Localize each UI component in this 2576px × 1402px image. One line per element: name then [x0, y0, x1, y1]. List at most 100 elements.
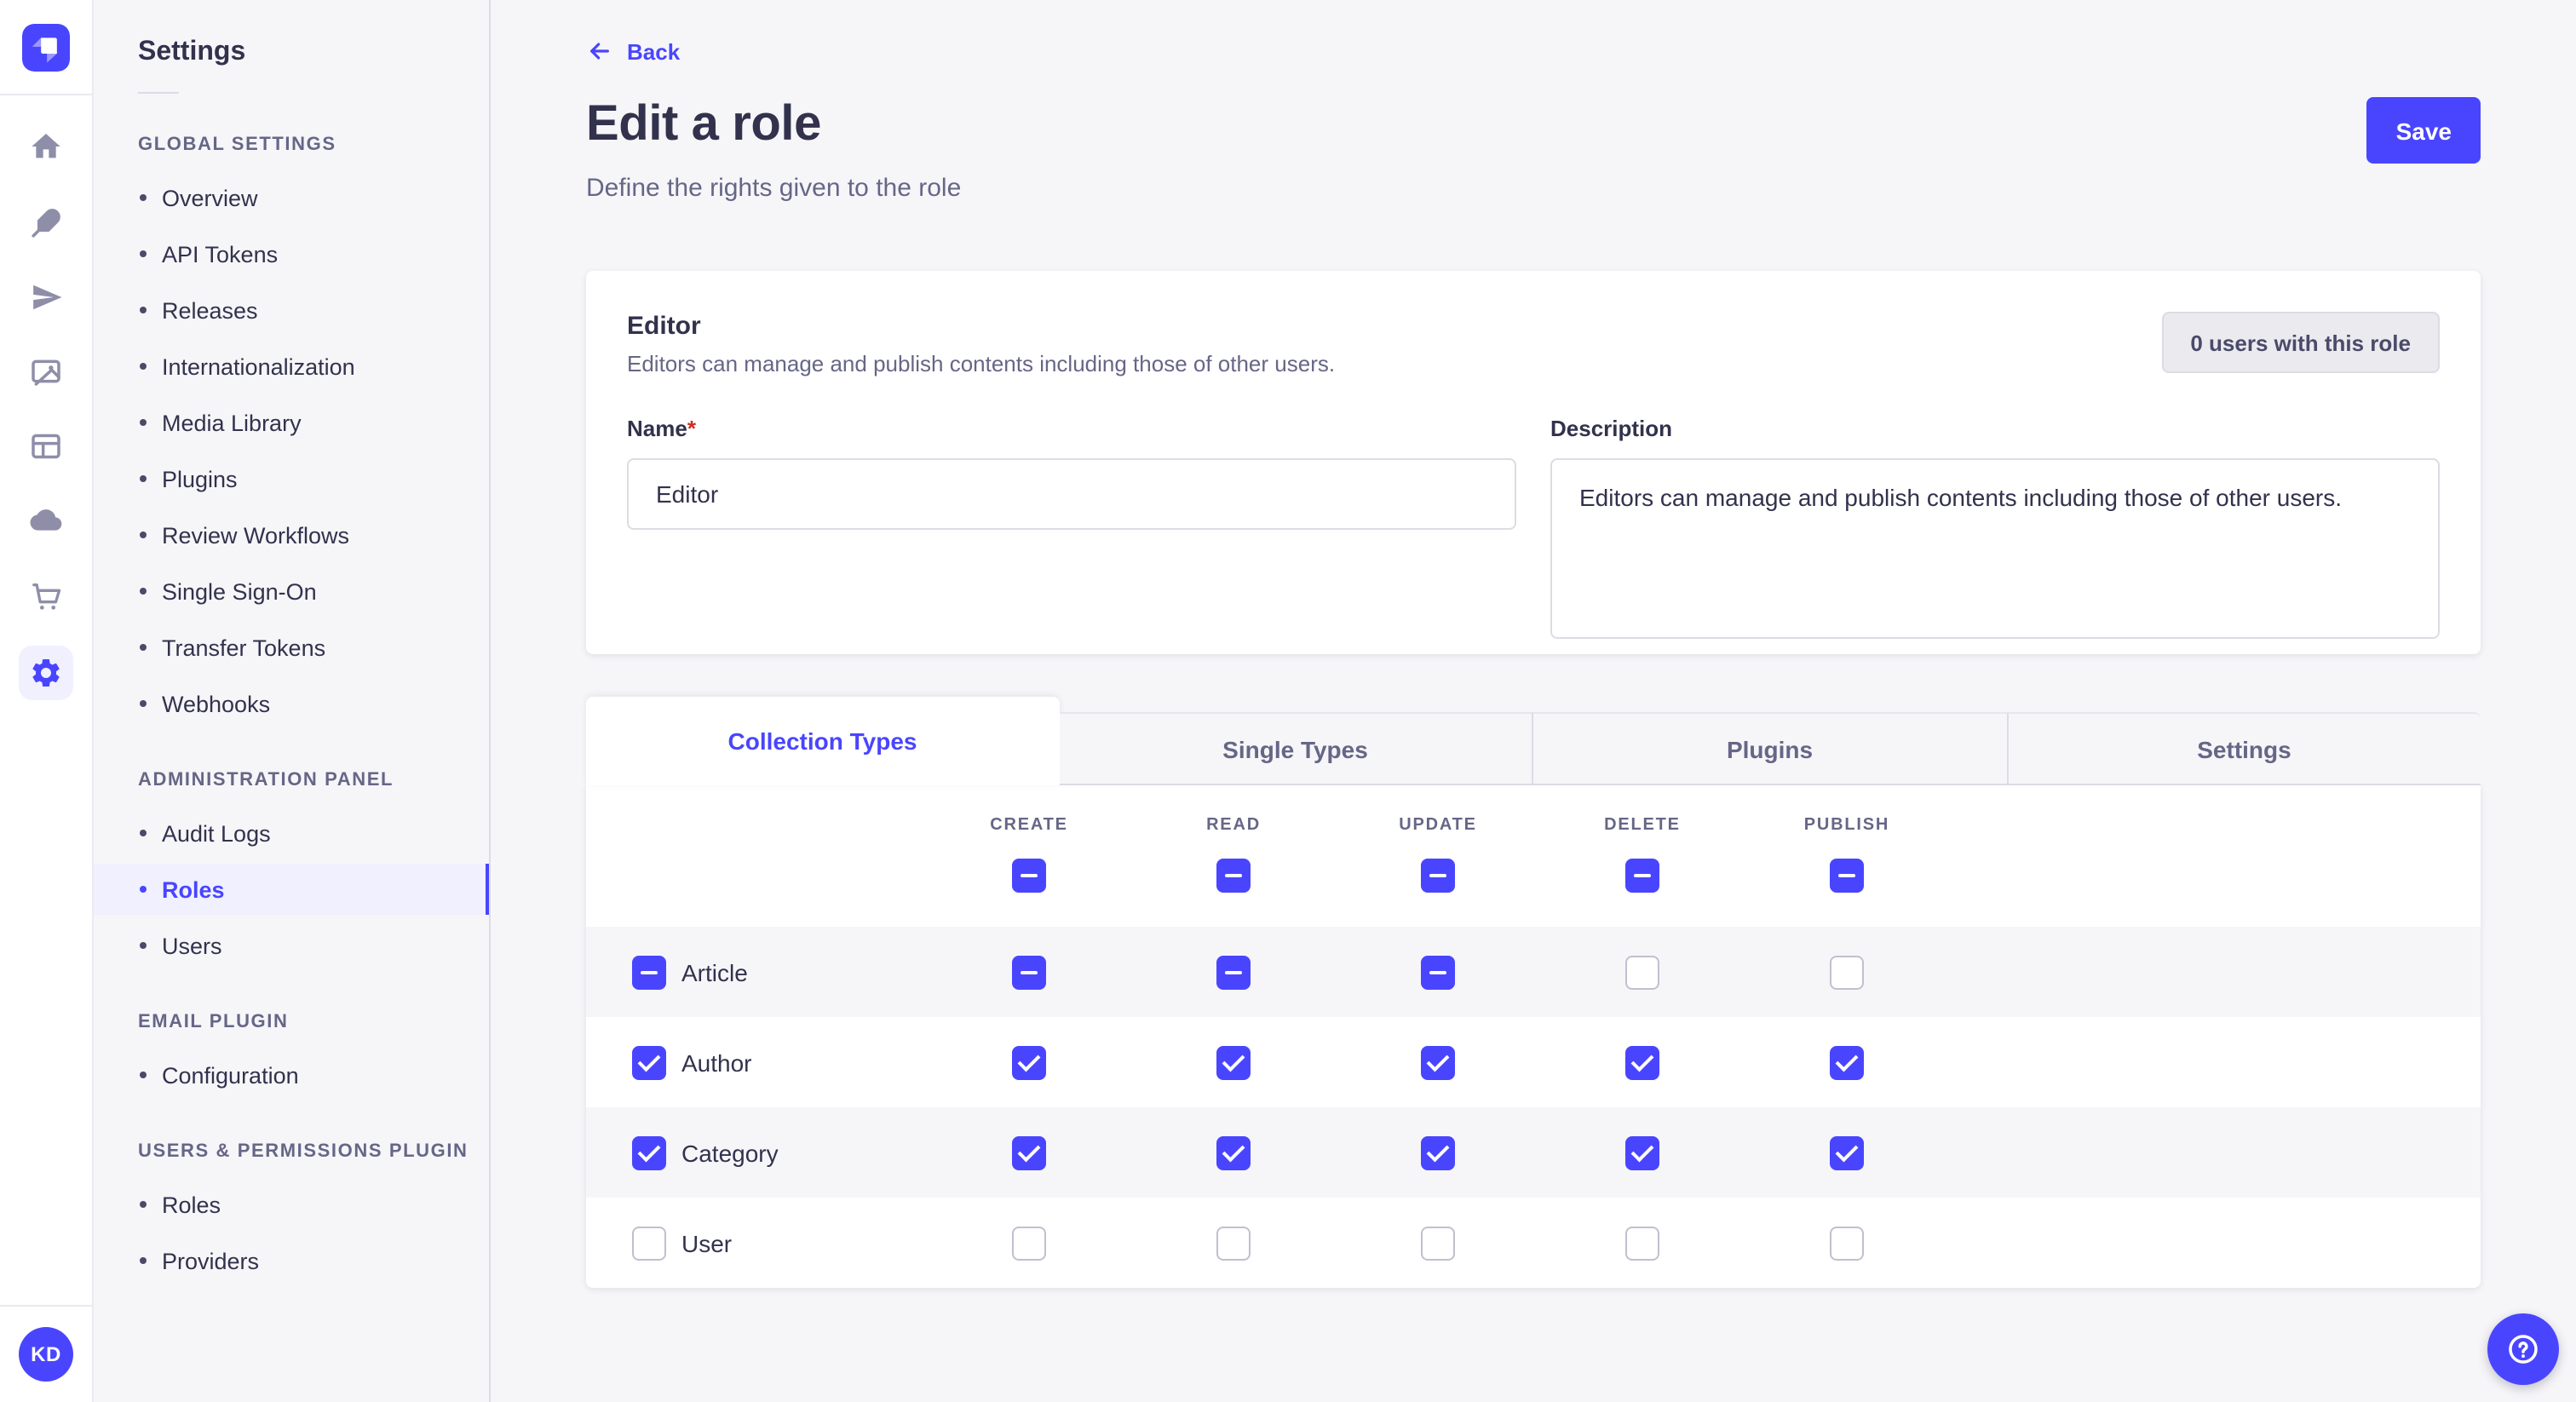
main-content: Back Edit a role Save Define the rights … [491, 0, 2576, 1402]
row-select-checkbox[interactable] [632, 1226, 666, 1260]
media-library-icon[interactable] [20, 346, 72, 397]
required-asterisk: * [687, 416, 696, 441]
layout-icon[interactable] [20, 421, 72, 472]
role-details-card: Editor Editors can manage and publish co… [586, 271, 2481, 654]
save-button[interactable]: Save [2367, 97, 2481, 164]
gear-icon[interactable] [19, 646, 73, 700]
sidebar-item-roles-admin[interactable]: Roles [94, 864, 489, 915]
sidebar-item-webhooks[interactable]: Webhooks [94, 678, 489, 729]
page-title: Edit a role [586, 97, 821, 153]
tab-collection-types[interactable]: Collection Types [586, 697, 1059, 785]
permissions-table: CREATE READ UPDATE DELETE PUBLISH [586, 785, 2481, 1288]
permission-row-user: User [586, 1198, 2481, 1288]
row-label: User [681, 1229, 732, 1256]
description-textarea[interactable]: Editors can manage and publish contents … [1550, 458, 2440, 639]
nav-rail-logo-section [0, 0, 92, 95]
section-administration-panel: ADMINISTRATION PANEL Audit Logs Roles Us… [94, 770, 489, 971]
section-global-settings: GLOBAL SETTINGS Overview API Tokens Rele… [94, 135, 489, 729]
article-publish-checkbox[interactable] [1830, 955, 1864, 989]
user-read-checkbox[interactable] [1216, 1226, 1251, 1260]
select-all-read-checkbox[interactable] [1216, 859, 1251, 893]
row-label: Category [681, 1139, 779, 1166]
permission-row-author: Author [586, 1017, 2481, 1107]
sidebar-item-internationalization[interactable]: Internationalization [94, 341, 489, 392]
permissions-card: Collection Types Single Types Plugins Se… [586, 697, 2481, 1288]
author-update-checkbox[interactable] [1421, 1045, 1455, 1079]
column-header-create: CREATE [927, 816, 1131, 835]
sidebar-item-providers[interactable]: Providers [94, 1235, 489, 1286]
column-header-delete: DELETE [1540, 816, 1745, 835]
sidebar-item-plugins[interactable]: Plugins [94, 453, 489, 504]
sidebar-item-transfer-tokens[interactable]: Transfer Tokens [94, 622, 489, 673]
article-create-checkbox[interactable] [1012, 955, 1046, 989]
column-header-publish: PUBLISH [1745, 816, 1949, 835]
description-field-group: Description Editors can manage and publi… [1550, 414, 2440, 639]
user-update-checkbox[interactable] [1421, 1226, 1455, 1260]
row-select-checkbox[interactable] [632, 955, 666, 989]
section-label: USERS & PERMISSIONS PLUGIN [94, 1141, 489, 1162]
author-read-checkbox[interactable] [1216, 1045, 1251, 1079]
author-delete-checkbox[interactable] [1625, 1045, 1659, 1079]
paper-plane-icon[interactable] [20, 271, 72, 322]
sidebar-item-audit-logs[interactable]: Audit Logs [94, 807, 489, 859]
name-label: Name [627, 416, 687, 441]
sidebar-title-divider [138, 92, 179, 94]
row-label: Author [681, 1049, 752, 1076]
article-delete-checkbox[interactable] [1625, 955, 1659, 989]
cloud-icon[interactable] [20, 496, 72, 547]
select-all-create-checkbox[interactable] [1012, 859, 1046, 893]
permissions-table-header: CREATE READ UPDATE DELETE PUBLISH [586, 785, 2481, 927]
sidebar-item-review-workflows[interactable]: Review Workflows [94, 509, 489, 560]
permission-row-article: Article [586, 927, 2481, 1017]
author-create-checkbox[interactable] [1012, 1045, 1046, 1079]
sidebar-item-users[interactable]: Users [94, 920, 489, 971]
column-header-read: READ [1131, 816, 1336, 835]
sidebar-item-api-tokens[interactable]: API Tokens [94, 228, 489, 279]
category-create-checkbox[interactable] [1012, 1135, 1046, 1169]
sidebar-item-media-library[interactable]: Media Library [94, 397, 489, 448]
help-button[interactable] [2487, 1313, 2559, 1385]
role-description-text: Editors can manage and publish contents … [627, 351, 1335, 376]
row-select-checkbox[interactable] [632, 1045, 666, 1079]
user-delete-checkbox[interactable] [1625, 1226, 1659, 1260]
section-users-permissions-plugin: USERS & PERMISSIONS PLUGIN Roles Provide… [94, 1141, 489, 1286]
back-label: Back [627, 38, 680, 64]
feather-icon[interactable] [20, 196, 72, 247]
sidebar-item-releases[interactable]: Releases [94, 284, 489, 336]
tab-plugins[interactable]: Plugins [1532, 712, 2006, 785]
select-all-publish-checkbox[interactable] [1830, 859, 1864, 893]
cart-icon[interactable] [20, 571, 72, 622]
select-all-delete-checkbox[interactable] [1625, 859, 1659, 893]
tab-single-types[interactable]: Single Types [1059, 712, 1532, 785]
home-icon[interactable] [20, 121, 72, 172]
category-delete-checkbox[interactable] [1625, 1135, 1659, 1169]
settings-sidebar: Settings GLOBAL SETTINGS Overview API To… [94, 0, 491, 1402]
users-with-role-button[interactable]: 0 users with this role [2161, 312, 2440, 373]
row-label: Article [681, 958, 748, 985]
name-input[interactable] [627, 458, 1516, 530]
user-create-checkbox[interactable] [1012, 1226, 1046, 1260]
sidebar-item-single-sign-on[interactable]: Single Sign-On [94, 566, 489, 617]
row-select-checkbox[interactable] [632, 1135, 666, 1169]
category-read-checkbox[interactable] [1216, 1135, 1251, 1169]
description-label: Description [1550, 416, 1672, 441]
section-label: EMAIL PLUGIN [94, 1012, 489, 1032]
article-read-checkbox[interactable] [1216, 955, 1251, 989]
tab-settings[interactable]: Settings [2006, 712, 2481, 785]
strapi-logo[interactable] [22, 23, 70, 71]
category-update-checkbox[interactable] [1421, 1135, 1455, 1169]
sidebar-item-overview[interactable]: Overview [94, 172, 489, 223]
article-update-checkbox[interactable] [1421, 955, 1455, 989]
page-subtitle: Define the rights given to the role [586, 174, 2481, 203]
category-publish-checkbox[interactable] [1830, 1135, 1864, 1169]
select-all-update-checkbox[interactable] [1421, 859, 1455, 893]
name-field-group: Name* [627, 414, 1516, 639]
user-avatar[interactable]: KD [19, 1327, 73, 1382]
back-link[interactable]: Back [586, 37, 680, 65]
column-header-update: UPDATE [1336, 816, 1540, 835]
sidebar-item-roles-up[interactable]: Roles [94, 1179, 489, 1230]
section-label: ADMINISTRATION PANEL [94, 770, 489, 790]
sidebar-item-configuration[interactable]: Configuration [94, 1049, 489, 1100]
author-publish-checkbox[interactable] [1830, 1045, 1864, 1079]
user-publish-checkbox[interactable] [1830, 1226, 1864, 1260]
